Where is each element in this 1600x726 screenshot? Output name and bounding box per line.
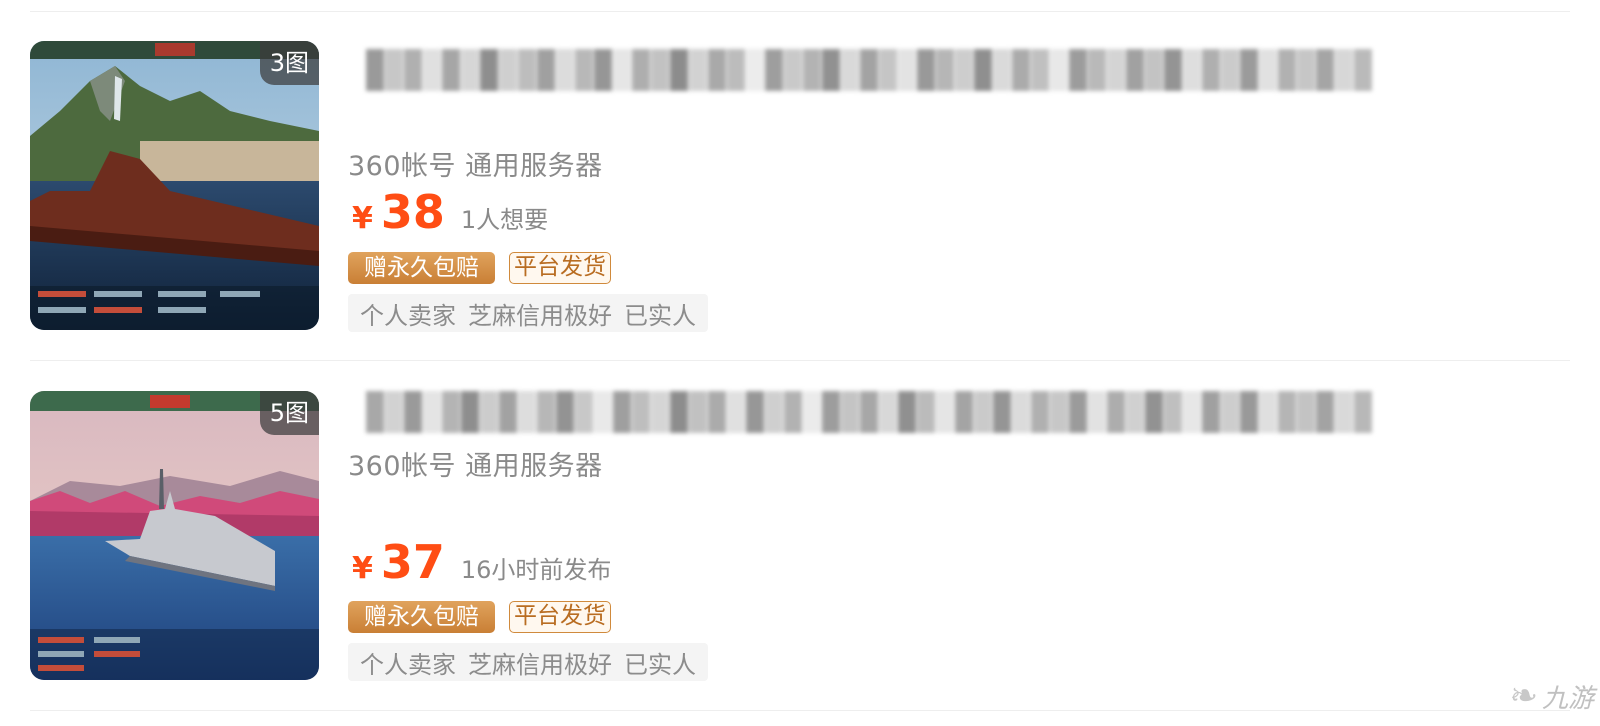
seller-tags: 个人卖家 芝麻信用极好 已实人 xyxy=(348,294,708,332)
listing-divider xyxy=(30,360,1570,361)
price-row: ¥ 38 1人想要 xyxy=(352,189,548,236)
seller-tags: 个人卖家 芝麻信用极好 已实人 xyxy=(348,643,708,681)
tag-sesame-credit: 芝麻信用极好 xyxy=(468,301,612,330)
price-row: ¥ 37 16小时前发布 xyxy=(352,539,611,586)
platform-shipping-badge: 平台发货 xyxy=(509,601,611,633)
badge-row: 赠永久包赔 平台发货 xyxy=(348,601,611,633)
tag-personal-seller: 个人卖家 xyxy=(360,301,456,330)
currency-symbol: ¥ xyxy=(352,201,373,236)
want-count: 1人想要 xyxy=(460,206,549,234)
blurred-title xyxy=(366,49,1376,91)
guarantee-badge: 赠永久包赔 xyxy=(348,252,495,284)
guarantee-badge: 赠永久包赔 xyxy=(348,601,495,633)
tag-sesame-credit: 芝麻信用极好 xyxy=(468,650,612,679)
tag-verified: 已实人 xyxy=(624,301,696,330)
jiuyou-logo-icon: ❧ xyxy=(1509,676,1538,716)
image-count-badge: 5图 xyxy=(259,391,319,435)
listing-card[interactable]: 3图 360帐号 通用服务器 ¥ 38 1人想要 赠永久包赔 平台发货 个人卖家… xyxy=(30,41,1570,332)
listing-subtitle: 360帐号 通用服务器 xyxy=(348,451,603,482)
price-value: 37 xyxy=(380,535,445,589)
bottom-divider xyxy=(30,710,1570,711)
listing-thumbnail[interactable]: 3图 xyxy=(30,41,319,330)
watermark: ❧ 九游 xyxy=(1509,676,1594,716)
blurred-title xyxy=(366,391,1376,433)
listing-card[interactable]: 5图 360帐号 通用服务器 ¥ 37 16小时前发布 赠永久包赔 平台发货 个… xyxy=(30,391,1570,681)
tag-personal-seller: 个人卖家 xyxy=(360,650,456,679)
price-value: 38 xyxy=(380,185,445,239)
badge-row: 赠永久包赔 平台发货 xyxy=(348,252,611,284)
post-time: 16小时前发布 xyxy=(460,556,612,584)
image-count-badge: 3图 xyxy=(259,41,319,85)
top-divider xyxy=(30,11,1570,12)
watermark-text: 九游 xyxy=(1541,683,1594,714)
currency-symbol: ¥ xyxy=(352,551,373,586)
listing-subtitle: 360帐号 通用服务器 xyxy=(348,151,603,182)
listing-thumbnail[interactable]: 5图 xyxy=(30,391,319,680)
tag-verified: 已实人 xyxy=(624,650,696,679)
platform-shipping-badge: 平台发货 xyxy=(509,252,611,284)
